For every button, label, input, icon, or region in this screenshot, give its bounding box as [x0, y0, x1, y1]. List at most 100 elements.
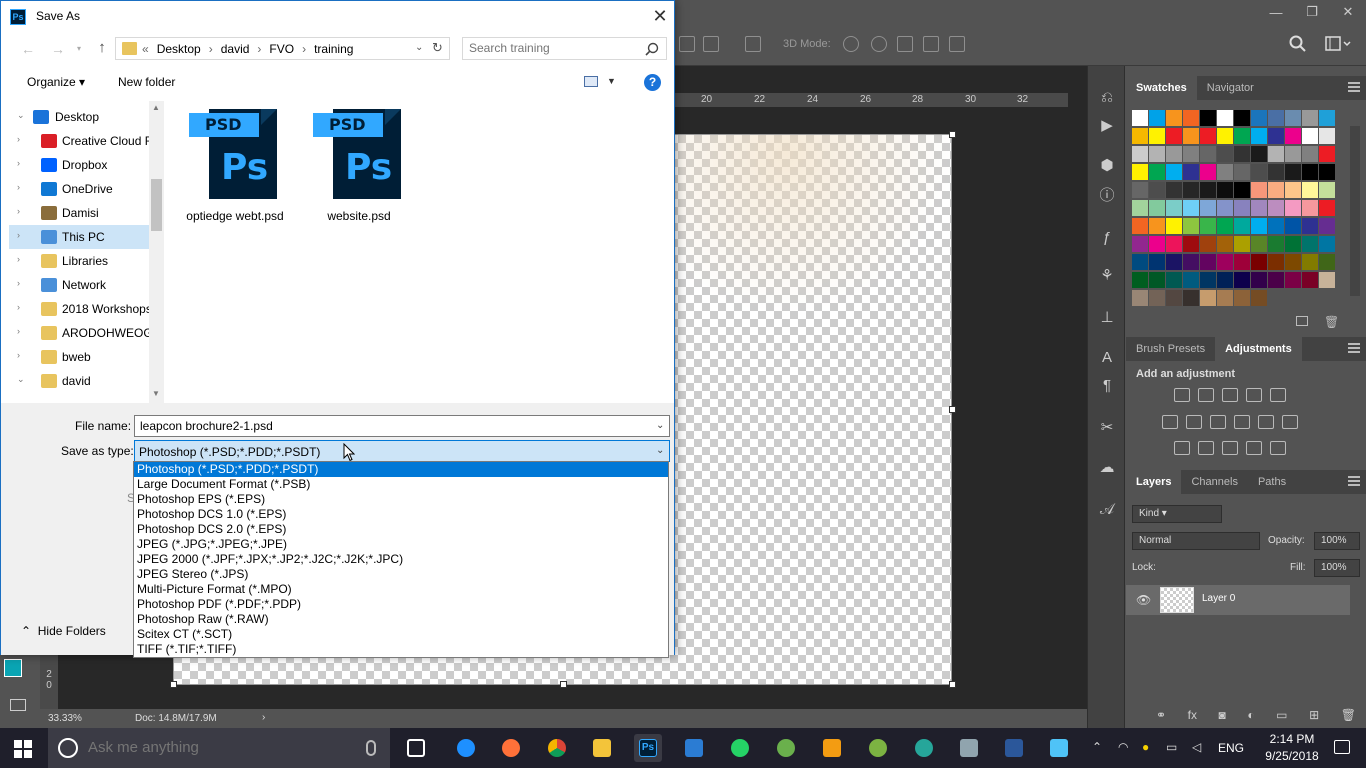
color-swatch[interactable] — [1251, 254, 1267, 270]
group-folder-icon[interactable]: ▭ — [1276, 708, 1287, 722]
tab-brush-presets[interactable]: Brush Presets — [1126, 337, 1215, 361]
color-swatch[interactable] — [1149, 290, 1165, 306]
delete-layer-icon[interactable]: 🗑 — [1341, 708, 1356, 722]
edge-browser-icon[interactable] — [452, 734, 480, 762]
threshold-icon[interactable] — [1222, 441, 1238, 455]
file-explorer-icon[interactable] — [588, 734, 616, 762]
expand-chevron-icon[interactable]: › — [17, 230, 27, 240]
search-box[interactable] — [462, 37, 667, 60]
app-icon[interactable] — [910, 734, 938, 762]
color-swatch[interactable] — [1234, 236, 1250, 252]
actions-play-icon[interactable]: ▶ — [1097, 116, 1117, 136]
delete-swatch-icon[interactable]: 🗑 — [1324, 315, 1339, 329]
color-swatch[interactable] — [1302, 110, 1318, 126]
color-swatch[interactable] — [1132, 182, 1148, 198]
color-swatch[interactable] — [1183, 290, 1199, 306]
color-swatch[interactable] — [1149, 110, 1165, 126]
expand-chevron-icon[interactable]: › — [17, 158, 27, 168]
swatches-scrollbar[interactable] — [1350, 126, 1360, 296]
3d-icon[interactable]: ⬢ — [1097, 156, 1117, 176]
color-swatch[interactable] — [1285, 164, 1301, 180]
tab-navigator[interactable]: Navigator — [1197, 76, 1264, 100]
color-swatch[interactable] — [1268, 272, 1284, 288]
panel-menu-icon[interactable] — [1348, 82, 1360, 92]
color-swatch[interactable] — [1268, 200, 1284, 216]
color-swatch[interactable] — [1234, 110, 1250, 126]
view-options-chevron-icon[interactable]: ▼ — [607, 76, 616, 86]
color-swatch[interactable] — [1251, 182, 1267, 198]
color-swatch[interactable] — [1251, 236, 1267, 252]
blend-mode-select[interactable]: Normal — [1132, 532, 1260, 550]
layer-style-fx-icon[interactable]: fx — [1188, 708, 1197, 722]
color-swatch[interactable] — [1132, 200, 1148, 216]
color-swatch[interactable] — [1166, 290, 1182, 306]
help-icon[interactable]: ? — [644, 74, 661, 91]
color-swatch[interactable] — [1319, 128, 1335, 144]
color-swatch[interactable] — [1200, 200, 1216, 216]
color-swatch[interactable] — [1183, 272, 1199, 288]
color-swatch[interactable] — [1319, 110, 1335, 126]
color-swatch[interactable] — [1285, 128, 1301, 144]
word-icon[interactable] — [1000, 734, 1028, 762]
color-swatch[interactable] — [1183, 218, 1199, 234]
save-as-type-select[interactable]: Photoshop (*.PSD;*.PDD;*.PSDT) ⌄ — [134, 440, 670, 462]
color-swatch[interactable] — [1302, 236, 1318, 252]
scroll-down-arrow-icon[interactable]: ▼ — [152, 389, 160, 398]
transform-handle[interactable] — [949, 406, 956, 413]
align-icon[interactable] — [703, 36, 719, 52]
organize-button[interactable]: Organize ▾ — [27, 75, 85, 89]
workspace-icon[interactable] — [1325, 36, 1351, 52]
visibility-eye-icon[interactable]: 👁 — [1136, 593, 1151, 607]
color-swatch[interactable] — [1217, 236, 1233, 252]
color-swatch[interactable] — [1166, 236, 1182, 252]
breadcrumb-david[interactable]: david — [221, 42, 250, 56]
file-type-option[interactable]: Multi-Picture Format (*.MPO) — [134, 582, 668, 597]
align-icon[interactable] — [679, 36, 695, 52]
expand-chevron-icon[interactable]: ⌄ — [17, 374, 27, 385]
recent-locations-chevron-icon[interactable]: ▾ — [77, 44, 81, 53]
file-type-option[interactable]: Scitex CT (*.SCT) — [134, 627, 668, 642]
breadcrumb-fvo[interactable]: FVO — [269, 42, 294, 56]
file-type-option[interactable]: Photoshop (*.PSD;*.PDD;*.PSDT) — [134, 462, 668, 477]
utorrent-icon[interactable] — [864, 734, 892, 762]
sidebar-item[interactable]: › This PC — [9, 225, 149, 249]
color-swatch[interactable] — [1302, 200, 1318, 216]
app-icon[interactable] — [955, 734, 983, 762]
fill-input[interactable]: 100% — [1314, 559, 1360, 577]
brush-icon[interactable]: ⚘ — [1097, 266, 1117, 286]
color-swatch[interactable] — [1200, 164, 1216, 180]
color-swatch[interactable] — [1234, 218, 1250, 234]
3d-scale-icon[interactable] — [949, 36, 965, 52]
tab-adjustments[interactable]: Adjustments — [1215, 337, 1302, 361]
sidebar-item[interactable]: › Dropbox — [9, 153, 149, 177]
color-swatch[interactable] — [1302, 146, 1318, 162]
history-icon[interactable]: ⎌ — [1097, 88, 1117, 108]
wifi-icon[interactable]: ◠ — [1118, 740, 1128, 754]
opacity-input[interactable]: 100% — [1314, 532, 1360, 550]
selective-color-icon[interactable] — [1246, 441, 1262, 455]
battery-icon[interactable]: ▭ — [1166, 740, 1177, 754]
clock-time[interactable]: 2:14 PM — [1262, 732, 1322, 746]
expand-chevron-icon[interactable]: › — [17, 302, 27, 312]
expand-chevron-icon[interactable]: › — [17, 134, 27, 144]
up-arrow-icon[interactable]: ↑ — [93, 39, 111, 57]
levels-icon[interactable] — [1198, 388, 1214, 402]
color-swatch[interactable] — [1132, 128, 1148, 144]
breadcrumb-overflow[interactable]: « — [142, 42, 149, 56]
color-swatch[interactable] — [1149, 182, 1165, 198]
back-arrow-icon[interactable]: ← — [19, 40, 37, 58]
black-white-icon[interactable] — [1210, 415, 1226, 429]
sidebar-item[interactable]: › Network — [9, 273, 149, 297]
color-swatch[interactable] — [1166, 128, 1182, 144]
color-swatch[interactable] — [1200, 182, 1216, 198]
color-swatch[interactable] — [1268, 254, 1284, 270]
sidebar-item[interactable]: › Libraries — [9, 249, 149, 273]
color-swatch[interactable] — [1149, 218, 1165, 234]
color-swatch[interactable] — [1149, 146, 1165, 162]
paragraph-icon[interactable]: ¶ — [1097, 376, 1117, 396]
scrollbar-thumb[interactable] — [151, 179, 162, 231]
sidebar-item[interactable]: ⌄ Desktop — [9, 105, 149, 129]
breadcrumb-desktop[interactable]: Desktop — [157, 42, 201, 56]
close-window-button[interactable]: ✕ — [1330, 0, 1366, 24]
file-type-option[interactable]: TIFF (*.TIF;*.TIFF) — [134, 642, 668, 657]
